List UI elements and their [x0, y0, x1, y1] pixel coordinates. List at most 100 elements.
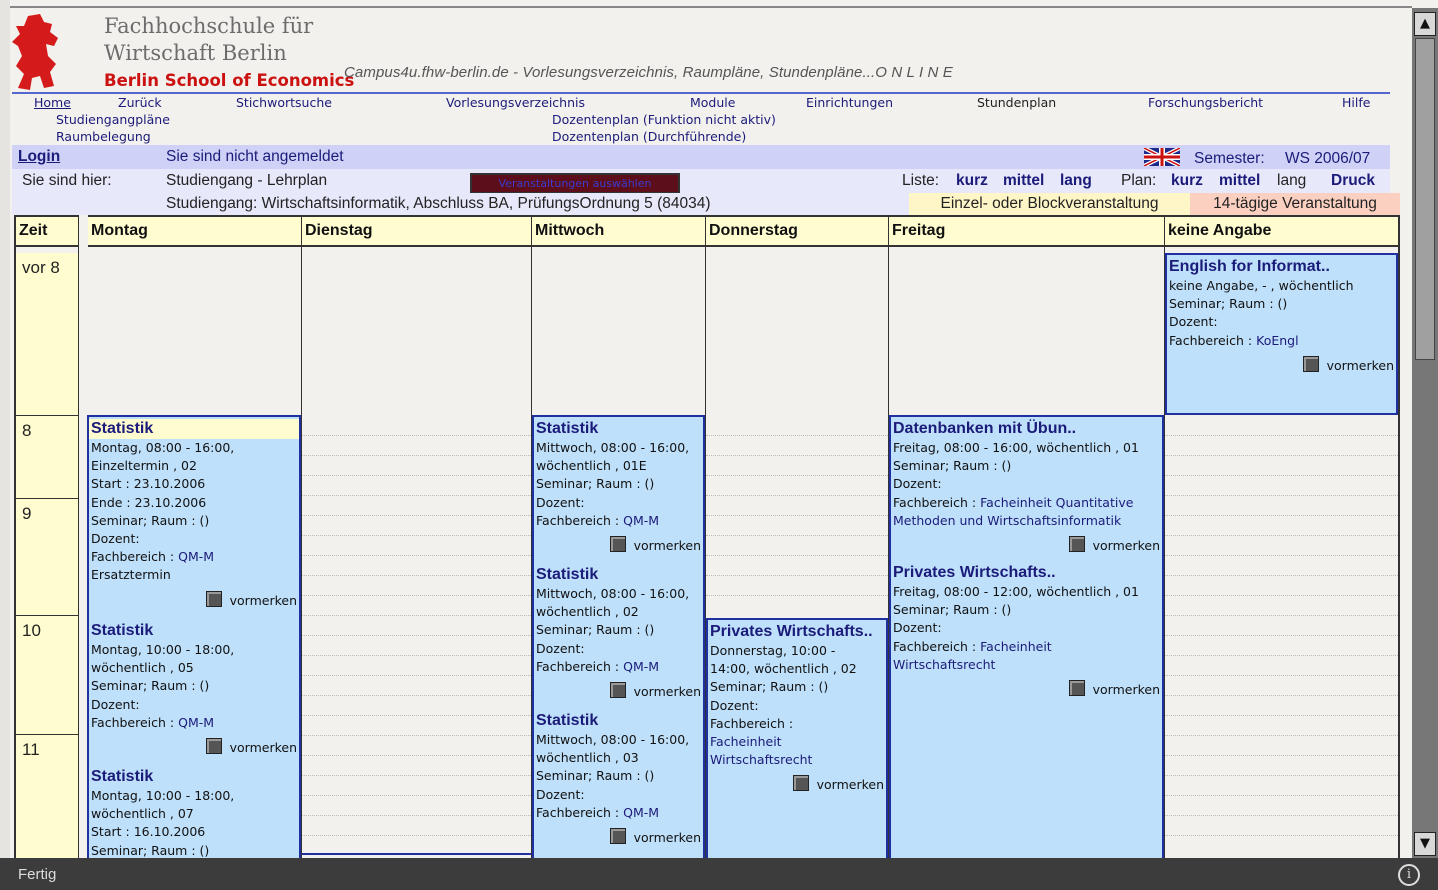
column-header-friday: Freitag [889, 215, 1164, 247]
event-title[interactable]: Privates Wirtschafts.. [710, 622, 886, 642]
nav-keyword-search[interactable]: Stichwortsuche [236, 95, 332, 110]
bookmark-checkbox-icon[interactable] [1302, 355, 1319, 372]
vertical-scrollbar[interactable]: ▲ ▼ [1412, 8, 1438, 858]
event-title[interactable]: Statistik [89, 419, 299, 439]
time-label: vor 8 [22, 258, 60, 277]
bookmark-checkbox-icon[interactable] [1068, 680, 1085, 697]
event-title[interactable]: Statistik [536, 565, 703, 585]
department-label: Fachbereich : [91, 714, 175, 730]
event-title[interactable]: Statistik [536, 711, 703, 731]
event-title[interactable]: Statistik [91, 767, 299, 787]
department-link[interactable]: Wirtschaftsrecht [893, 656, 1162, 674]
event-card[interactable]: Statistik Mittwoch, 08:00 - 16:00, wöche… [532, 415, 705, 875]
nav-help[interactable]: Hilfe [1342, 95, 1370, 110]
department-link[interactable]: Wirtschaftsrecht [710, 751, 886, 769]
time-label: 11 [22, 740, 40, 759]
bookmark-control[interactable]: vormerken [536, 536, 703, 555]
nav-timetable[interactable]: Stundenplan [977, 95, 1056, 110]
window-left-border [0, 0, 10, 858]
event-card[interactable]: English for Informat.. keine Angabe, - ,… [1165, 253, 1398, 415]
bookmark-checkbox-icon[interactable] [609, 828, 626, 845]
event-title[interactable]: Statistik [536, 419, 703, 439]
department-link[interactable]: QM-M [623, 805, 659, 820]
semester-label: Semester: [1194, 150, 1265, 167]
nav-modules[interactable]: Module [690, 95, 735, 110]
nav-course-catalog[interactable]: Vorlesungsverzeichnis [446, 95, 585, 110]
bookmark-control[interactable]: vormerken [91, 738, 299, 757]
bookmark-control[interactable]: vormerken [536, 828, 703, 847]
bookmark-checkbox-icon[interactable] [205, 590, 222, 607]
department-link[interactable]: QM-M [623, 659, 659, 674]
list-short-link[interactable]: kurz [956, 172, 988, 190]
event-detail: Montag, 10:00 - 18:00, [91, 642, 235, 657]
bookmark-control[interactable]: vormerken [1169, 355, 1396, 375]
event-detail: Mittwoch, 08:00 - 16:00, [536, 440, 690, 455]
plan-medium-link[interactable]: mittel [1219, 172, 1260, 190]
bookmark-checkbox-icon[interactable] [205, 738, 222, 755]
login-row: Login Sie sind nicht angemeldet Semester… [12, 145, 1390, 169]
event-card[interactable]: Statistik Montag, 08:00 - 16:00, Einzelt… [87, 415, 301, 875]
select-courses-button[interactable]: Veranstaltungen auswählen [470, 173, 680, 194]
event-title[interactable]: English for Informat.. [1169, 257, 1396, 277]
nav-room-booking[interactable]: Raumbelegung [56, 129, 151, 144]
nav-research-report[interactable]: Forschungsbericht [1148, 95, 1263, 110]
login-link[interactable]: Login [18, 148, 60, 166]
time-slot: 8 [16, 416, 78, 499]
event-detail: Dozent: [893, 620, 942, 636]
bookmark-checkbox-icon[interactable] [792, 775, 809, 792]
bookmark-control[interactable]: vormerken [710, 775, 886, 794]
department-link[interactable]: QM-M [178, 549, 214, 564]
bookmark-control[interactable]: vormerken [536, 682, 703, 701]
print-link[interactable]: Druck [1331, 172, 1375, 190]
semester-value[interactable]: WS 2006/07 [1285, 150, 1370, 168]
department-link[interactable]: Facheinheit Quantitative [980, 495, 1133, 510]
event-title[interactable]: Datenbanken mit Übun.. [893, 419, 1162, 439]
event-detail: Montag, 08:00 - 16:00, [91, 440, 235, 455]
department-label: Fachbereich : [893, 494, 977, 510]
plan-long-selected[interactable]: lang [1277, 172, 1306, 190]
department-link[interactable]: Methoden und Wirtschaftsinformatik [893, 512, 1162, 530]
nav-lecturer-plan[interactable]: Dozentenplan (Durchführende) [552, 129, 746, 144]
event-title[interactable]: Privates Wirtschafts.. [893, 563, 1162, 583]
scroll-down-arrow-icon[interactable]: ▼ [1414, 832, 1436, 856]
event-card[interactable]: Datenbanken mit Übun.. Freitag, 08:00 - … [889, 415, 1164, 875]
info-icon[interactable]: i [1398, 864, 1420, 886]
list-long-link[interactable]: lang [1060, 172, 1092, 190]
time-label: 10 [22, 621, 41, 640]
event-detail: Seminar; Raum : () [91, 678, 210, 694]
scroll-up-arrow-icon[interactable]: ▲ [1414, 12, 1436, 36]
event-card[interactable]: Privates Wirtschafts.. Donnerstag, 10:00… [706, 618, 888, 875]
nav-institutions[interactable]: Einrichtungen [806, 95, 893, 110]
uk-flag-icon[interactable] [1144, 148, 1180, 166]
department-link[interactable]: Facheinheit [980, 639, 1052, 654]
nav-home[interactable]: Home [34, 95, 71, 110]
nav-back[interactable]: Zurück [118, 95, 162, 110]
status-text: Fertig [18, 866, 57, 883]
column-tuesday: Dienstag [302, 215, 532, 858]
event-detail: Dozent: [91, 696, 140, 712]
bookmark-control[interactable]: vormerken [893, 680, 1162, 699]
bookmark-checkbox-icon[interactable] [609, 536, 626, 553]
column-header-monday: Montag [88, 215, 301, 247]
event-title[interactable]: Statistik [91, 621, 299, 641]
bookmark-control[interactable]: vormerken [893, 536, 1162, 555]
department-link[interactable]: Facheinheit [710, 733, 886, 751]
department-link[interactable]: KoEngl [1256, 333, 1298, 348]
department-label: Fachbereich : [710, 715, 794, 731]
bookmark-checkbox-icon[interactable] [609, 682, 626, 699]
bookmark-checkbox-icon[interactable] [1068, 536, 1085, 553]
nav-lecturer-plan-inactive[interactable]: Dozentenplan (Funktion nicht aktiv) [552, 112, 776, 127]
department-link[interactable]: QM-M [623, 513, 659, 528]
column-header-tuesday: Dienstag [302, 215, 531, 247]
column-header-time: Zeit [16, 215, 78, 247]
event-detail: Dozent: [710, 697, 759, 713]
event-detail: Mittwoch, 08:00 - 16:00, [536, 732, 690, 747]
bookmark-control[interactable]: vormerken [91, 590, 299, 610]
list-medium-link[interactable]: mittel [1003, 172, 1044, 190]
event-detail: Dozent: [91, 531, 140, 547]
nav-study-plans[interactable]: Studiengangpläne [56, 112, 170, 127]
department-link[interactable]: QM-M [178, 715, 214, 730]
scrollbar-thumb[interactable] [1415, 38, 1435, 360]
plan-short-link[interactable]: kurz [1171, 172, 1203, 190]
event-detail: Dozent: [893, 476, 942, 492]
